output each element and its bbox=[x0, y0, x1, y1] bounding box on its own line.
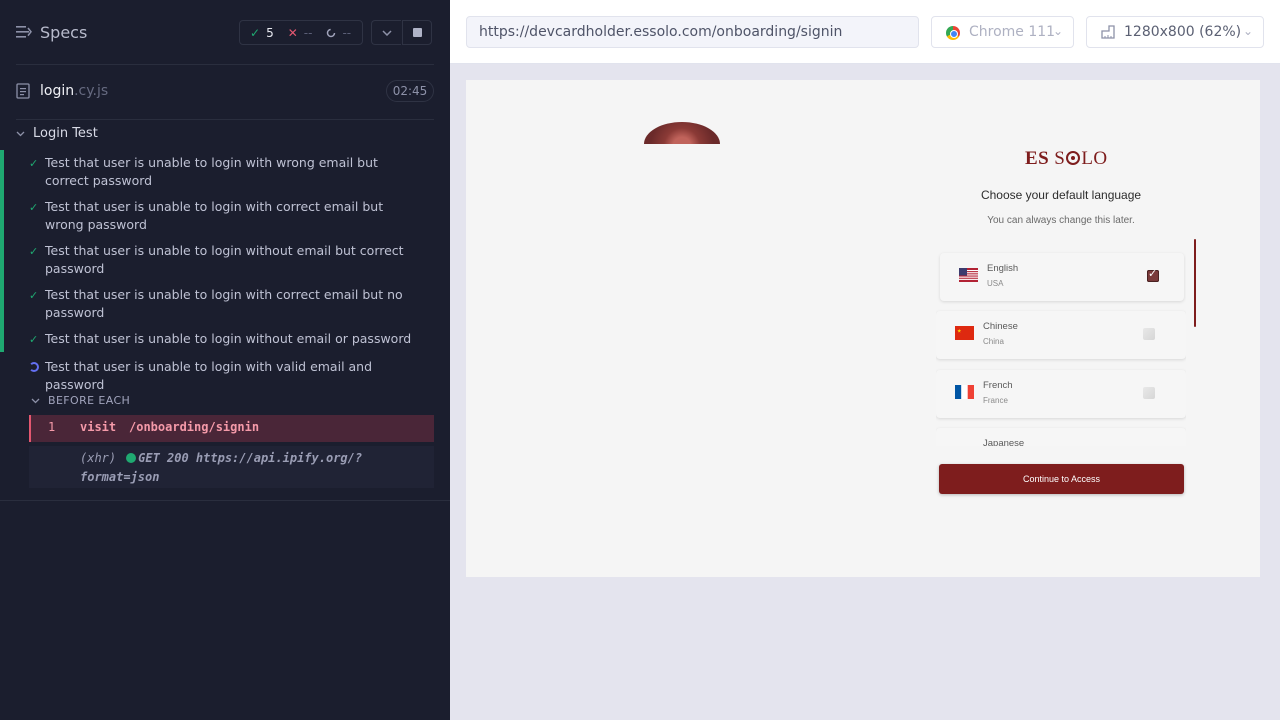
test-item[interactable]: ✓ Test that user is unable to login with … bbox=[0, 150, 434, 194]
reporter-header: Specs ✓ 5 ✕ -- -- bbox=[0, 0, 450, 64]
test-item[interactable]: ✓ Test that user is unable to login witho… bbox=[0, 326, 434, 352]
language-name: English bbox=[987, 263, 1019, 274]
browser-label: Chrome 111 bbox=[969, 24, 1056, 40]
language-option-english[interactable]: English USA bbox=[940, 253, 1184, 301]
page-title: Choose your default language bbox=[980, 188, 1142, 202]
aut-toolbar: https://devcardholder.essolo.com/onboard… bbox=[450, 0, 1280, 64]
chevron-down-icon bbox=[31, 398, 40, 403]
language-region: USA bbox=[987, 279, 1004, 288]
chevron-down-icon: ⌄ bbox=[1052, 24, 1063, 38]
pending-icon bbox=[327, 28, 336, 37]
divider bbox=[0, 500, 450, 501]
checkbox[interactable] bbox=[1143, 387, 1155, 399]
failed-stat: ✕ -- bbox=[288, 26, 313, 40]
failed-count: -- bbox=[303, 25, 313, 40]
before-each-hook[interactable]: BEFORE EACH bbox=[31, 394, 130, 407]
decorative-image bbox=[644, 122, 720, 144]
specs-list-icon[interactable] bbox=[16, 25, 32, 39]
fr-flag-icon bbox=[955, 385, 974, 399]
check-icon: ✓ bbox=[29, 201, 39, 214]
url-bar[interactable]: https://devcardholder.essolo.com/onboard… bbox=[466, 16, 919, 48]
xhr-request-cont: format=json bbox=[80, 470, 160, 484]
chevron-down-icon: ⌄ bbox=[1242, 24, 1253, 38]
test-title: Test that user is unable to login withou… bbox=[45, 243, 404, 276]
passed-count: 5 bbox=[266, 25, 274, 40]
check-icon: ✓ bbox=[29, 157, 39, 170]
test-title: Test that user is unable to login withou… bbox=[45, 331, 412, 346]
svg-text:★: ★ bbox=[957, 329, 962, 335]
viewport-size: 1280x800 bbox=[1124, 24, 1195, 40]
dropdown-button[interactable] bbox=[371, 20, 401, 45]
language-name: French bbox=[983, 380, 1013, 391]
test-list: ✓ Test that user is unable to login with … bbox=[0, 150, 434, 398]
xhr-prefix: (xhr) bbox=[80, 451, 117, 465]
check-icon: ✓ bbox=[29, 245, 39, 258]
page-subtitle: You can always change this later. bbox=[987, 215, 1135, 226]
status-dot-icon bbox=[126, 453, 137, 463]
stop-button[interactable] bbox=[402, 20, 432, 45]
language-region: France bbox=[983, 396, 1008, 405]
language-option-french[interactable]: French France bbox=[936, 370, 1186, 418]
language-name: Chinese bbox=[983, 321, 1018, 332]
suite-title: Login Test bbox=[33, 126, 98, 141]
test-title: Test that user is unable to login with w… bbox=[45, 155, 378, 188]
spec-file-row[interactable]: login.cy.js 02:45 bbox=[16, 80, 434, 104]
checkbox[interactable] bbox=[1143, 328, 1155, 340]
test-title: Test that user is unable to login with c… bbox=[45, 199, 384, 232]
command-arg: /onboarding/signin bbox=[129, 420, 260, 434]
check-icon: ✓ bbox=[29, 289, 39, 302]
pending-stat: -- bbox=[326, 26, 351, 40]
command-row[interactable]: 1 visit /onboarding/signin bbox=[29, 415, 434, 442]
command-name: visit bbox=[80, 420, 117, 434]
us-flag-icon bbox=[959, 268, 978, 282]
check-icon: ✓ bbox=[29, 333, 39, 346]
language-option-japanese[interactable]: Japanese bbox=[936, 428, 1186, 446]
essolo-logo: ES S LO bbox=[1025, 148, 1108, 169]
ruler-icon bbox=[1101, 25, 1115, 39]
spec-file-name: login.cy.js bbox=[40, 83, 109, 99]
cross-icon: ✕ bbox=[287, 25, 298, 40]
continue-button[interactable]: Continue to Access bbox=[939, 464, 1184, 494]
document-icon bbox=[16, 83, 30, 99]
test-item[interactable]: ✓ Test that user is unable to login with … bbox=[0, 282, 434, 326]
viewport-scale: (62%) bbox=[1199, 24, 1242, 40]
chrome-icon bbox=[946, 26, 960, 40]
browser-selector[interactable]: Chrome 111 ⌄ bbox=[931, 16, 1074, 48]
suite-header[interactable]: Login Test bbox=[16, 126, 98, 141]
test-item[interactable]: ✓ Test that user is unable to login witho… bbox=[0, 238, 434, 282]
specs-title[interactable]: Specs bbox=[40, 23, 87, 42]
divider bbox=[16, 64, 434, 65]
cn-flag-icon: ★ bbox=[955, 326, 974, 340]
language-option-chinese[interactable]: ★ Chinese China bbox=[936, 311, 1186, 359]
passed-stat: ✓ 5 bbox=[250, 26, 274, 40]
spec-file-ext: .cy.js bbox=[74, 83, 109, 99]
xhr-request: GET 200 https://api.ipify.org/? bbox=[138, 451, 363, 465]
test-stats: ✓ 5 ✕ -- -- bbox=[239, 20, 363, 45]
test-title: Test that user is unable to login with v… bbox=[45, 359, 373, 392]
command-number: 1 bbox=[48, 420, 56, 434]
xhr-log-row[interactable]: (xhr) GET 200 https://api.ipify.org/? for… bbox=[29, 446, 434, 488]
viewport-selector[interactable]: 1280x800 (62%) ⌄ bbox=[1086, 16, 1264, 48]
hook-label: BEFORE EACH bbox=[48, 394, 131, 407]
spec-duration: 02:45 bbox=[386, 80, 434, 102]
checkbox[interactable] bbox=[1147, 267, 1159, 282]
reporter-panel: Specs ✓ 5 ✕ -- -- login.cy.js 02:45 Logi… bbox=[0, 0, 450, 720]
language-list: English USA ★ Chinese China French Franc… bbox=[936, 250, 1186, 446]
language-name: Japanese bbox=[983, 438, 1025, 446]
aut-iframe: ES S LO Choose your default language You c… bbox=[466, 80, 1260, 577]
scrollbar[interactable] bbox=[1194, 239, 1196, 327]
test-item[interactable]: ✓ Test that user is unable to login with … bbox=[0, 194, 434, 238]
pending-count: -- bbox=[342, 25, 352, 40]
running-spinner-icon bbox=[29, 362, 39, 372]
chevron-down-icon bbox=[381, 29, 392, 36]
test-title: Test that user is unable to login with c… bbox=[45, 287, 403, 320]
language-region: China bbox=[983, 337, 1004, 346]
divider bbox=[16, 119, 434, 120]
chevron-down-icon bbox=[16, 131, 25, 136]
check-icon: ✓ bbox=[250, 25, 261, 40]
test-item[interactable]: Test that user is unable to login with v… bbox=[0, 354, 434, 398]
stop-icon bbox=[412, 28, 422, 37]
